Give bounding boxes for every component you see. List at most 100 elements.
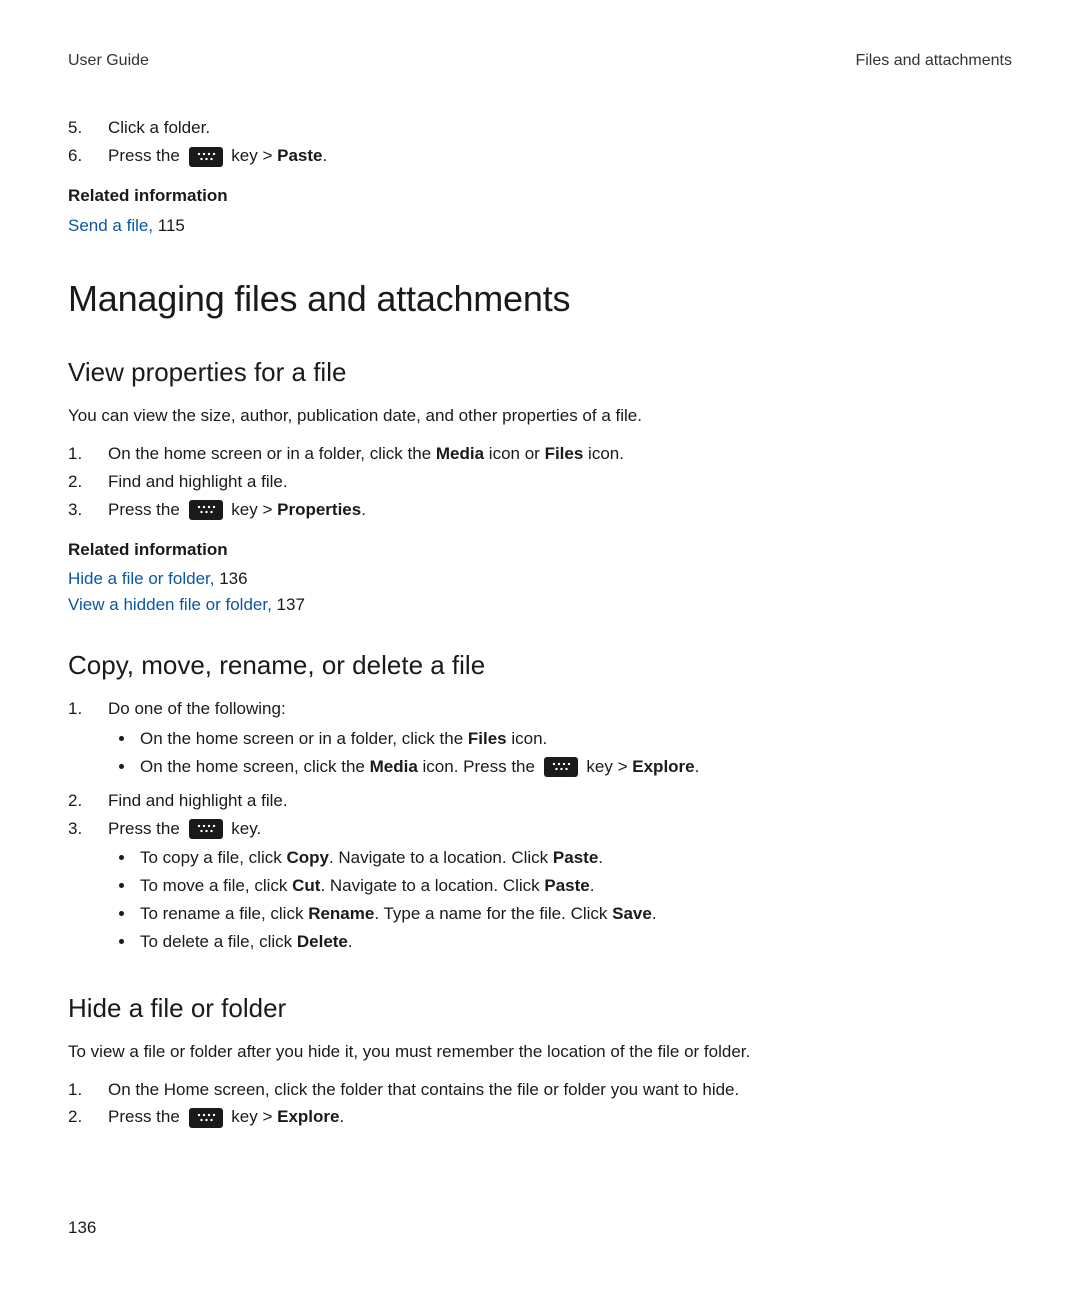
bullet-item: To copy a file, click Copy. Navigate to … [136, 846, 1012, 870]
related-link-line: View a hidden file or folder, 137 [68, 593, 1012, 617]
text-fragment: To copy a file, click [140, 848, 286, 867]
text-fragment: . [361, 500, 366, 519]
step-text: Find and highlight a file. [108, 789, 1012, 813]
step-number: 1. [68, 697, 108, 721]
step-text: Press the key > Paste. [108, 144, 1012, 168]
list-item: 3. Press the key. To copy a file, click … [68, 817, 1012, 960]
related-link-line: Hide a file or folder, 136 [68, 567, 1012, 591]
related-link-line: Send a file, 115 [68, 214, 1012, 238]
bold-text: Paste [544, 876, 589, 895]
text-fragment: To move a file, click [140, 876, 292, 895]
step-number: 3. [68, 817, 108, 841]
list-item: 5. Click a folder. [68, 116, 1012, 140]
bold-text: Explore [277, 1107, 339, 1126]
text-fragment: key > [231, 1107, 277, 1126]
blackberry-key-icon [189, 147, 223, 167]
text-fragment: . Navigate to a location. Click [320, 876, 544, 895]
text-fragment: . [339, 1107, 344, 1126]
text-fragment: To delete a file, click [140, 932, 297, 951]
bold-text: Copy [286, 848, 329, 867]
text-fragment: Press the [108, 500, 185, 519]
bold-text: Paste [277, 146, 322, 165]
text-fragment: Press the [108, 1107, 185, 1126]
hide-steps: 1. On the Home screen, click the folder … [68, 1078, 1012, 1130]
page-title: Managing files and attachments [68, 274, 1012, 324]
page-ref: 136 [214, 569, 247, 588]
step-number: 3. [68, 498, 108, 522]
step-body: Do one of the following: On the home scr… [108, 697, 1012, 784]
blackberry-key-icon [189, 500, 223, 520]
step-number: 2. [68, 789, 108, 813]
link-hide-file-or-folder[interactable]: Hide a file or folder, [68, 569, 214, 588]
bold-text: Save [612, 904, 652, 923]
header-right: Files and attachments [855, 50, 1012, 72]
text-fragment: . [323, 146, 328, 165]
bold-text: Rename [308, 904, 374, 923]
step-text: Click a folder. [108, 116, 1012, 140]
page-header: User Guide Files and attachments [68, 50, 1012, 72]
text-fragment: . [348, 932, 353, 951]
step-number: 5. [68, 116, 108, 140]
text-fragment: key > [231, 500, 277, 519]
bullet-item: To delete a file, click Delete. [136, 930, 1012, 954]
view-properties-steps: 1. On the home screen or in a folder, cl… [68, 442, 1012, 521]
step-text: Press the key > Explore. [108, 1105, 1012, 1129]
bullet-item: To move a file, click Cut. Navigate to a… [136, 874, 1012, 898]
text-fragment: On the home screen or in a folder, click… [140, 729, 468, 748]
bullet-item: On the home screen, click the Media icon… [136, 755, 1012, 779]
bullet-list: On the home screen or in a folder, click… [108, 727, 1012, 779]
bold-text: Files [468, 729, 507, 748]
related-information-heading: Related information [68, 538, 1012, 562]
list-item: 1. On the Home screen, click the folder … [68, 1078, 1012, 1102]
text-fragment: . [590, 876, 595, 895]
bold-text: Properties [277, 500, 361, 519]
bold-text: Paste [553, 848, 598, 867]
text-fragment: icon. [583, 444, 624, 463]
section-heading-copy-move: Copy, move, rename, or delete a file [68, 647, 1012, 683]
text-fragment: On the home screen, click the [140, 757, 370, 776]
text-fragment: To rename a file, click [140, 904, 308, 923]
text-fragment: icon. [507, 729, 548, 748]
blackberry-key-icon [189, 1108, 223, 1128]
step-number: 2. [68, 470, 108, 494]
step-text: Find and highlight a file. [108, 470, 1012, 494]
step-text: On the home screen or in a folder, click… [108, 442, 1012, 466]
text-fragment: . Navigate to a location. Click [329, 848, 553, 867]
section-description: You can view the size, author, publicati… [68, 404, 1012, 428]
step-body: Press the key. To copy a file, click Cop… [108, 817, 1012, 960]
bullet-item: To rename a file, click Rename. Type a n… [136, 902, 1012, 926]
text-fragment: . Type a name for the file. Click [374, 904, 612, 923]
related-information-heading: Related information [68, 184, 1012, 208]
text-fragment: . [598, 848, 603, 867]
section-heading-hide: Hide a file or folder [68, 990, 1012, 1026]
text-fragment: key. [231, 819, 261, 838]
bullet-list: To copy a file, click Copy. Navigate to … [108, 846, 1012, 953]
intro-steps: 5. Click a folder. 6. Press the key > Pa… [68, 116, 1012, 168]
text-fragment: . [695, 757, 700, 776]
step-number: 2. [68, 1105, 108, 1129]
list-item: 3. Press the key > Properties. [68, 498, 1012, 522]
page: User Guide Files and attachments 5. Clic… [0, 0, 1080, 1296]
link-send-a-file[interactable]: Send a file, [68, 216, 153, 235]
section-heading-view-properties: View properties for a file [68, 354, 1012, 390]
header-left: User Guide [68, 50, 149, 72]
bold-text: Delete [297, 932, 348, 951]
page-ref: 137 [272, 595, 305, 614]
page-number: 136 [68, 1216, 96, 1240]
bold-text: Files [545, 444, 584, 463]
section-description: To view a file or folder after you hide … [68, 1040, 1012, 1064]
list-item: 1. On the home screen or in a folder, cl… [68, 442, 1012, 466]
step-text: Do one of the following: [108, 699, 286, 718]
bold-text: Media [436, 444, 484, 463]
bullet-item: On the home screen or in a folder, click… [136, 727, 1012, 751]
blackberry-key-icon [544, 757, 578, 777]
text-fragment: icon. Press the [418, 757, 540, 776]
blackberry-key-icon [189, 819, 223, 839]
bold-text: Cut [292, 876, 320, 895]
text-fragment: icon or [484, 444, 544, 463]
step-text: On the Home screen, click the folder tha… [108, 1078, 1012, 1102]
text-fragment: . [652, 904, 657, 923]
page-ref: 115 [153, 216, 185, 235]
link-view-hidden-file-or-folder[interactable]: View a hidden file or folder, [68, 595, 272, 614]
step-number: 6. [68, 144, 108, 168]
